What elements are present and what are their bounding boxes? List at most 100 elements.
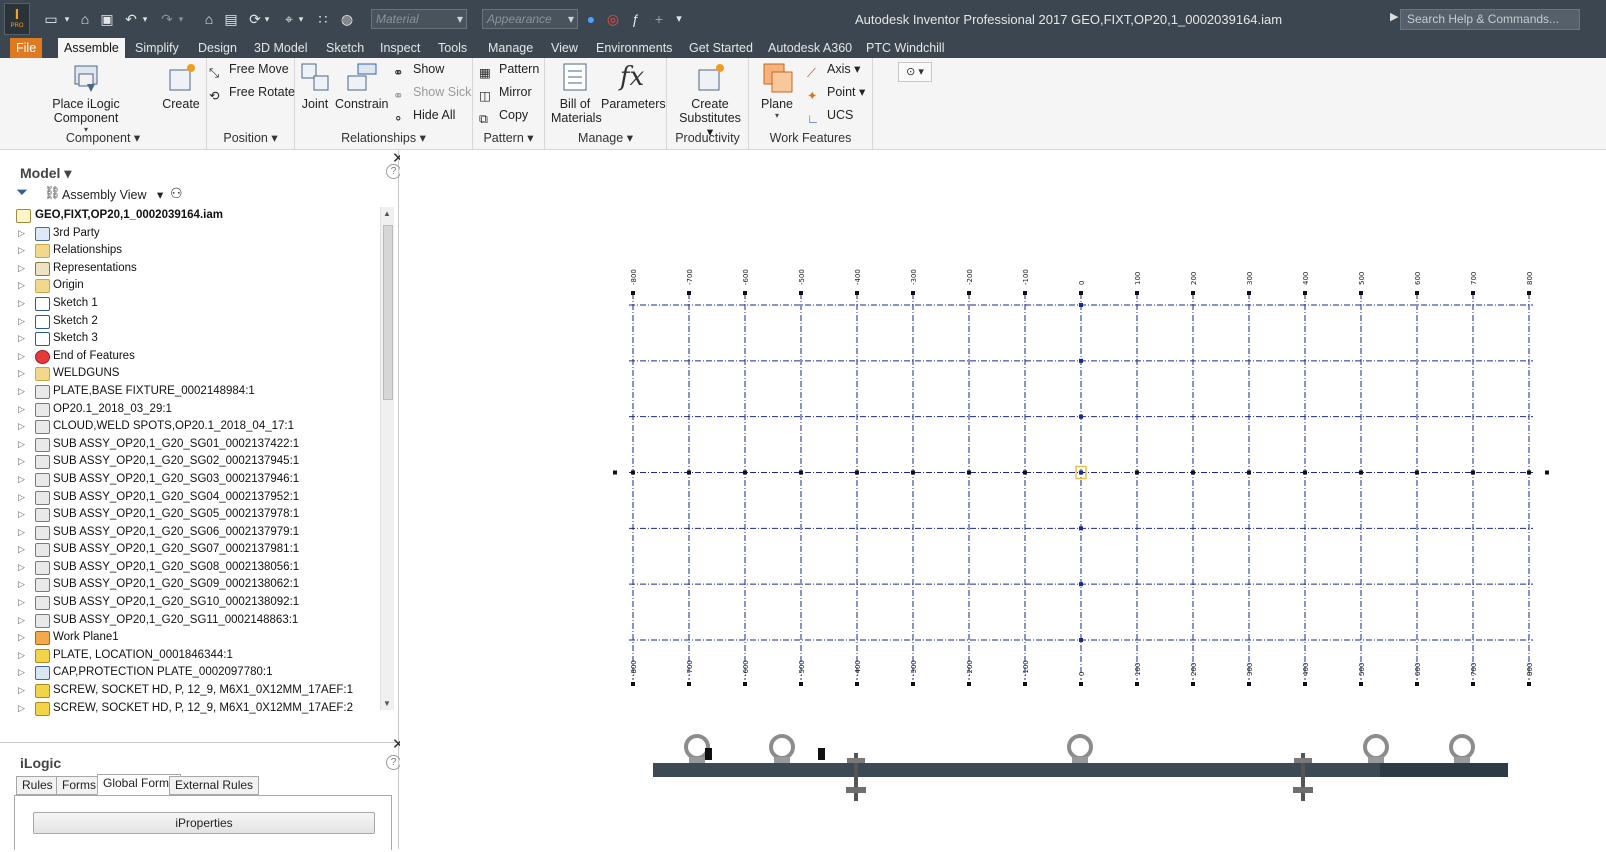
undo-dropdown-icon[interactable]: ▾ bbox=[140, 8, 150, 30]
expand-icon[interactable]: ▷ bbox=[18, 242, 25, 260]
expand-icon[interactable]: ▷ bbox=[18, 436, 25, 454]
tree-node[interactable]: ▷ SUB ASSY_OP20,1_G20_SG01_0002137422:1 bbox=[14, 436, 382, 454]
tree-node[interactable]: ▷ Sketch 2 bbox=[14, 313, 382, 331]
expand-icon[interactable]: ▷ bbox=[18, 418, 25, 436]
tree-node[interactable]: ▷ SUB ASSY_OP20,1_G20_SG08_0002138056:1 bbox=[14, 559, 382, 577]
tree-node[interactable]: ▷ SCREW, SOCKET HD, P, 12_9, M6X1_0X12MM_… bbox=[14, 682, 382, 700]
tree-node[interactable]: ▷ CAP,PROTECTION PLATE_0002097780:1 bbox=[14, 664, 382, 682]
scroll-thumb[interactable] bbox=[383, 225, 393, 400]
tree-node[interactable]: ▷ SUB ASSY_OP20,1_G20_SG05_0002137978:1 bbox=[14, 506, 382, 524]
tree-node[interactable]: ▷ SUB ASSY_OP20,1_G20_SG02_0002137945:1 bbox=[14, 453, 382, 471]
expand-icon[interactable]: ▷ bbox=[18, 664, 25, 682]
expand-icon[interactable]: ▷ bbox=[18, 295, 25, 313]
free-rotate-button[interactable]: ⟲ Free Rotate bbox=[207, 81, 295, 103]
expand-icon[interactable]: ▷ bbox=[18, 313, 25, 331]
tab-view[interactable]: View bbox=[545, 38, 584, 58]
clear-icon[interactable]: ◎ bbox=[602, 8, 624, 30]
tree-node[interactable]: ▷ OP20.1_2018_03_29:1 bbox=[14, 401, 382, 419]
pattern-group-title[interactable]: Pattern ▾ bbox=[473, 130, 544, 145]
tree-node[interactable]: ▷ 3rd Party bbox=[14, 225, 382, 243]
expand-icon[interactable]: ▷ bbox=[18, 647, 25, 665]
tab-rules[interactable]: Rules bbox=[16, 776, 59, 795]
expand-icon[interactable]: ▷ bbox=[18, 453, 25, 471]
ribbon-options-icon[interactable]: ⊙ ▾ bbox=[898, 62, 932, 82]
tree-node[interactable]: ▷ SUB ASSY_OP20,1_G20_SG03_0002137946:1 bbox=[14, 471, 382, 489]
copy-button[interactable]: ⧉ Copy bbox=[477, 104, 528, 126]
fx-icon[interactable]: ƒ bbox=[624, 8, 646, 30]
expand-icon[interactable]: ▷ bbox=[18, 682, 25, 700]
expand-icon[interactable]: ▷ bbox=[18, 348, 25, 366]
expand-icon[interactable]: ▷ bbox=[18, 541, 25, 559]
customize-icon[interactable]: ▾ bbox=[668, 8, 690, 30]
redo-icon[interactable]: ↷ bbox=[156, 8, 178, 30]
expand-icon[interactable]: ▷ bbox=[18, 700, 25, 718]
tab-simplify[interactable]: Simplify bbox=[129, 38, 185, 58]
tab-assemble[interactable]: Assemble bbox=[58, 38, 125, 58]
open-icon[interactable]: ⌂ bbox=[74, 8, 96, 30]
measure-icon[interactable]: ∷ bbox=[312, 8, 334, 30]
tree-node[interactable]: ▷ CLOUD,WELD SPOTS,OP20.1_2018_04_17:1 bbox=[14, 418, 382, 436]
help-icon[interactable]: ? bbox=[386, 164, 401, 179]
select-dropdown-icon[interactable]: ▾ bbox=[296, 8, 306, 30]
assembly-view-dropdown[interactable]: Assembly View ▾ bbox=[62, 187, 163, 202]
position-group-title[interactable]: Position ▾ bbox=[207, 130, 294, 145]
show-button[interactable]: ⚭ Show bbox=[391, 58, 444, 80]
point-button[interactable]: ✦ Point ▾ bbox=[805, 81, 865, 103]
bill-of-materials-button[interactable]: Bill of Materials bbox=[551, 60, 602, 125]
graphics-window[interactable]: -800 -800 -700 -700 -600 -600 -500 -500 -400 -400… bbox=[400, 150, 1606, 849]
tree-node[interactable]: ▷ Sketch 3 bbox=[14, 330, 382, 348]
tree-node[interactable]: ▷ SUB ASSY_OP20,1_G20_SG04_0002137952:1 bbox=[14, 489, 382, 507]
hide-all-button[interactable]: ⚬ Hide All bbox=[391, 104, 455, 126]
tab-environments[interactable]: Environments bbox=[590, 38, 678, 58]
tree-node[interactable]: ▷ SUB ASSY_OP20,1_G20_SG06_0002137979:1 bbox=[14, 524, 382, 542]
tab-sketch[interactable]: Sketch bbox=[320, 38, 370, 58]
filter-icon[interactable]: ⏷ bbox=[16, 184, 28, 201]
expand-icon[interactable]: ▷ bbox=[18, 612, 25, 630]
new-dropdown-icon[interactable]: ▾ bbox=[62, 8, 72, 30]
expand-icon[interactable]: ▷ bbox=[18, 260, 25, 278]
tree-node[interactable]: ▷ Sketch 1 bbox=[14, 295, 382, 313]
tree-node[interactable]: ▷ Representations bbox=[14, 260, 382, 278]
scroll-down-icon[interactable]: ▼ bbox=[383, 699, 391, 708]
adjust-icon[interactable]: ● bbox=[580, 8, 602, 30]
manage-group-title[interactable]: Manage ▾ bbox=[545, 130, 666, 145]
tab-inspect[interactable]: Inspect bbox=[374, 38, 426, 58]
expand-icon[interactable]: ▷ bbox=[18, 524, 25, 542]
tree-node[interactable]: ▷ Work Plane1 bbox=[14, 629, 382, 647]
home-icon[interactable]: ⌂ bbox=[198, 8, 220, 30]
new-file-icon[interactable]: ▭ bbox=[40, 8, 62, 30]
tab-tools[interactable]: Tools bbox=[432, 38, 473, 58]
expand-icon[interactable]: ▷ bbox=[18, 330, 25, 348]
parameters-button[interactable]: fx Parameters bbox=[601, 60, 666, 111]
tab-3d-model[interactable]: 3D Model bbox=[248, 38, 314, 58]
relationships-group-title[interactable]: Relationships ▾ bbox=[295, 130, 472, 145]
update-dropdown-icon[interactable]: ▾ bbox=[262, 8, 272, 30]
tree-node[interactable]: ▷ End of Features bbox=[14, 348, 382, 366]
scroll-up-icon[interactable]: ▲ bbox=[383, 209, 391, 218]
tree-root-node[interactable]: GEO,FIXT,OP20,1_0002039164.iam bbox=[14, 207, 382, 225]
tab-design[interactable]: Design bbox=[192, 38, 243, 58]
tree-scrollbar[interactable]: ▲ ▼ bbox=[380, 207, 394, 710]
tab-autodesk-a360[interactable]: Autodesk A360 bbox=[762, 38, 858, 58]
tree-node[interactable]: ▷ SUB ASSY_OP20,1_G20_SG07_0002137981:1 bbox=[14, 541, 382, 559]
tab-manage[interactable]: Manage bbox=[482, 38, 539, 58]
undo-icon[interactable]: ↶ bbox=[120, 8, 142, 30]
tree-node[interactable]: ▷ Relationships bbox=[14, 242, 382, 260]
tab-forms[interactable]: Forms bbox=[56, 776, 102, 795]
plus-icon[interactable]: + bbox=[648, 8, 670, 30]
expand-icon[interactable]: ▷ bbox=[18, 401, 25, 419]
expand-icon[interactable]: ▷ bbox=[18, 594, 25, 612]
expand-icon[interactable]: ▷ bbox=[18, 277, 25, 295]
mirror-button[interactable]: ◫ Mirror bbox=[477, 81, 532, 103]
ilogic-help-icon[interactable]: ? bbox=[386, 755, 401, 770]
expand-icon[interactable]: ▷ bbox=[18, 471, 25, 489]
material-dropdown[interactable]: Material bbox=[371, 9, 467, 29]
tab-external-rules[interactable]: External Rules bbox=[169, 776, 260, 795]
globe-icon[interactable]: ◍ bbox=[336, 8, 358, 30]
expand-icon[interactable]: ▷ bbox=[18, 559, 25, 577]
tree-node[interactable]: ▷ PLATE,BASE FIXTURE_0002148984:1 bbox=[14, 383, 382, 401]
create-component-button[interactable]: Create bbox=[160, 60, 202, 111]
tree-node[interactable]: ▷ SCREW, SOCKET HD, P, 12_9, M6X1_0X12MM_… bbox=[14, 700, 382, 718]
tab-file[interactable]: File bbox=[10, 38, 43, 58]
place-ilogic-component-button[interactable]: Place iLogic Component ▾ bbox=[20, 60, 152, 134]
